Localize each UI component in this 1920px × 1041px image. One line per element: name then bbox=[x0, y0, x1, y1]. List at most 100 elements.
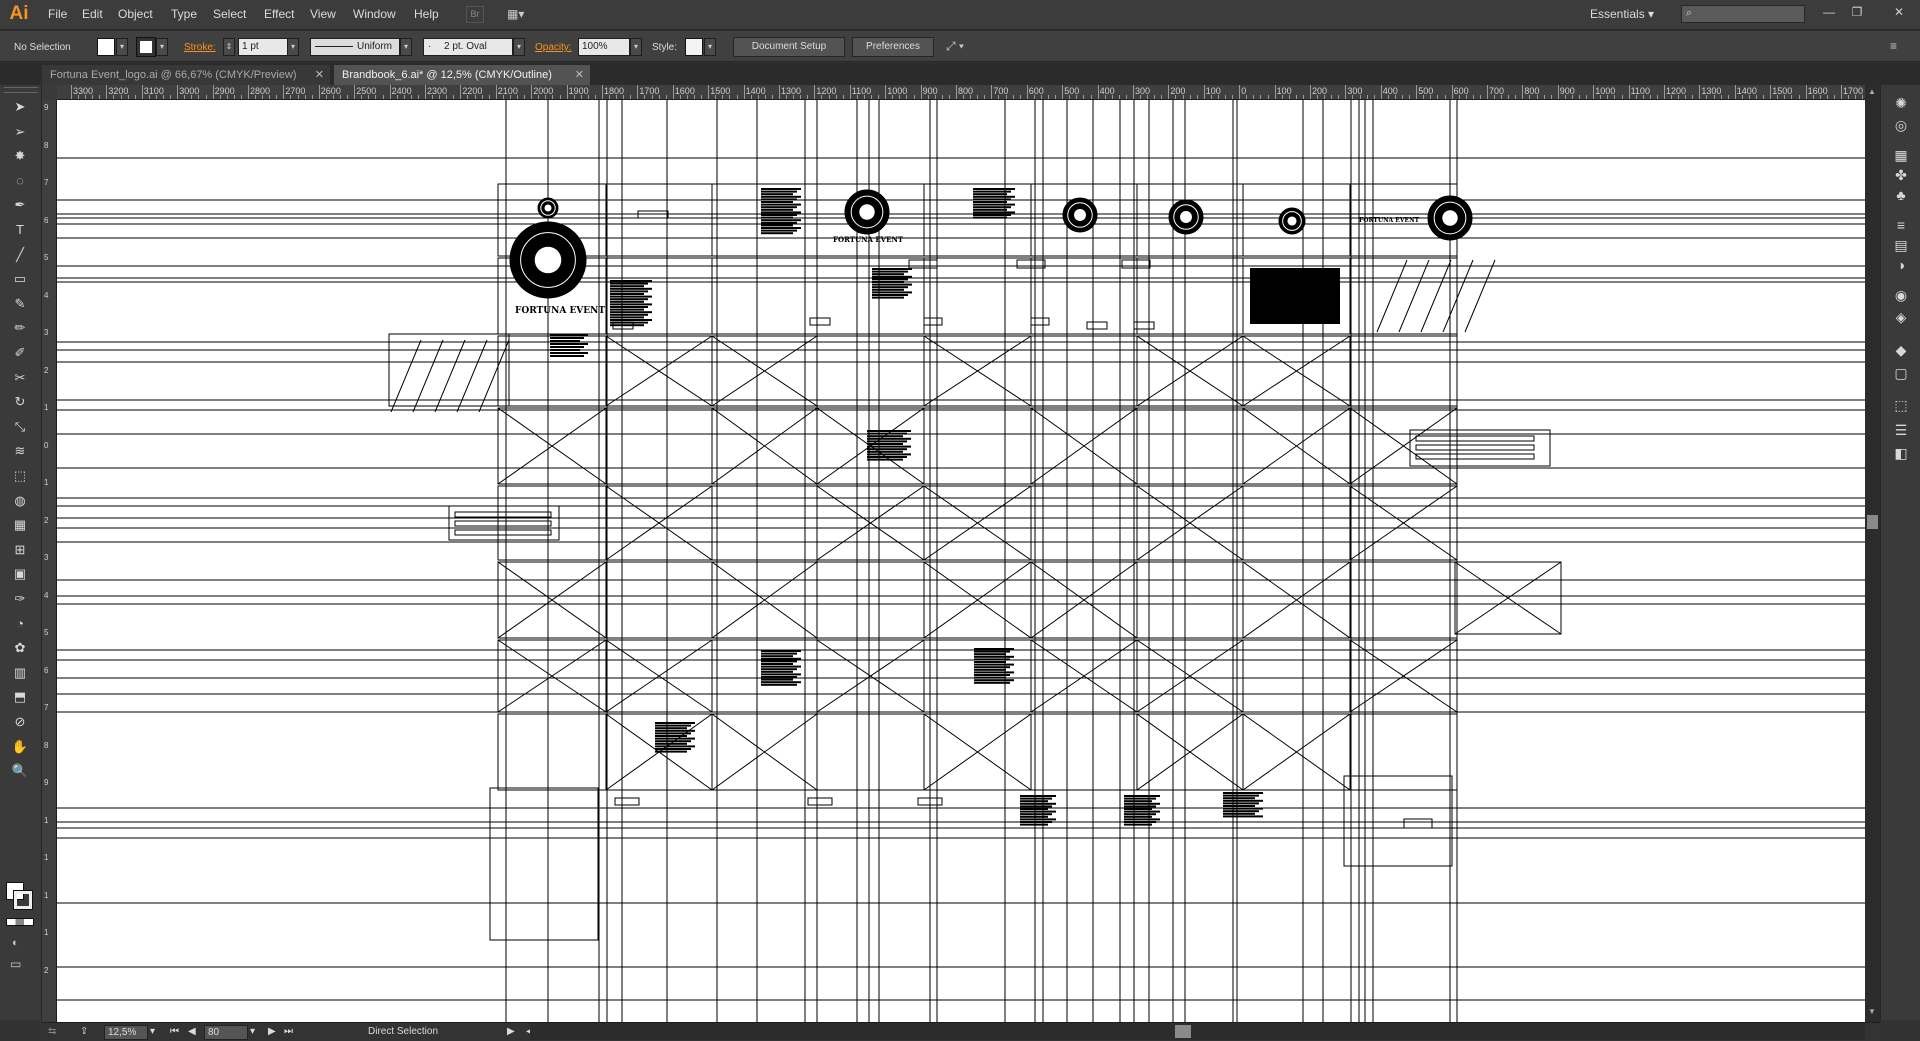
gradient-panel-icon[interactable]: ▤ bbox=[1890, 235, 1912, 255]
opacity-field[interactable]: 100% bbox=[578, 38, 630, 56]
rotate-icon[interactable]: ↻ bbox=[9, 392, 31, 412]
free-transform-icon[interactable]: ⬚ bbox=[9, 466, 31, 486]
menu-effect[interactable]: Effect bbox=[264, 7, 294, 21]
opacity-label[interactable]: Opacity: bbox=[535, 42, 572, 53]
shape-builder-icon[interactable]: ◍ bbox=[9, 491, 31, 511]
vertical-scroll-thumb[interactable] bbox=[1867, 515, 1878, 529]
menu-window[interactable]: Window bbox=[353, 7, 396, 21]
rectangle-icon[interactable]: ▭ bbox=[9, 269, 31, 289]
menu-object[interactable]: Object bbox=[118, 7, 153, 21]
fill-color-swatch[interactable] bbox=[97, 38, 115, 56]
layers-icon[interactable]: ◆ bbox=[1890, 340, 1912, 360]
scissors-icon[interactable]: ✂ bbox=[9, 368, 31, 388]
brush-dropdown[interactable]: ▾ bbox=[513, 38, 525, 56]
first-artboard-icon[interactable]: ⏮ bbox=[170, 1026, 179, 1037]
menu-select[interactable]: Select bbox=[213, 7, 246, 21]
swatches-icon[interactable]: ▦ bbox=[1890, 145, 1912, 165]
last-artboard-icon[interactable]: ⏭ bbox=[284, 1026, 293, 1037]
lasso-icon[interactable]: ◌ bbox=[9, 171, 31, 191]
scroll-up-icon[interactable]: ▲ bbox=[1868, 87, 1876, 96]
artboard-icon[interactable]: ⬒ bbox=[9, 687, 31, 707]
arrange-documents-icon[interactable]: ▦▾ bbox=[507, 6, 535, 23]
bridge-icon[interactable]: Br bbox=[466, 6, 484, 23]
menu-help[interactable]: Help bbox=[414, 7, 439, 21]
previous-artboard-icon[interactable]: ◀ bbox=[188, 1026, 196, 1037]
tab-fortuna-event-logo[interactable]: Fortuna Event_logo.ai @ 66,67% (CMYK/Pre… bbox=[42, 65, 330, 85]
vertical-scrollbar[interactable]: ▲ ▼ bbox=[1865, 85, 1880, 1022]
scroll-down-icon[interactable]: ▼ bbox=[1868, 1007, 1876, 1016]
stroke-profile-dropdown[interactable]: ▾ bbox=[400, 38, 412, 56]
mesh-icon[interactable]: ⊞ bbox=[9, 540, 31, 560]
restore-button[interactable]: ❐ bbox=[1848, 3, 1866, 21]
fill-dropdown[interactable]: ▾ bbox=[116, 38, 128, 56]
screen-mode-icon[interactable]: ▭ bbox=[10, 957, 30, 971]
color-mode-buttons[interactable] bbox=[6, 918, 34, 926]
graphic-styles-icon[interactable]: ◈ bbox=[1890, 307, 1912, 327]
scale-icon[interactable]: ⤡ bbox=[9, 417, 31, 437]
artboard-canvas[interactable]: FORTUNA EVENT FORTUNA EVENT FORTUNA EVENT bbox=[57, 100, 1865, 1022]
close-icon[interactable]: ✕ bbox=[315, 65, 324, 85]
pathfinder-icon[interactable]: ◧ bbox=[1890, 443, 1912, 463]
selection-icon[interactable]: ➤ bbox=[9, 97, 31, 117]
stroke-color-swatch[interactable] bbox=[136, 37, 156, 57]
graphic-style-swatch[interactable] bbox=[685, 38, 703, 56]
next-artboard-icon[interactable]: ▶ bbox=[268, 1026, 276, 1037]
stroke-icon[interactable]: ≡ bbox=[1890, 215, 1912, 235]
paintbrush-icon[interactable]: ✎ bbox=[9, 294, 31, 314]
status-menu-icon[interactable]: ▶ bbox=[507, 1026, 515, 1037]
type-icon[interactable]: T bbox=[9, 220, 31, 240]
transparency-icon[interactable]: ◑ bbox=[1890, 255, 1912, 275]
search-input[interactable]: ⌕ bbox=[1681, 5, 1805, 23]
align-icon[interactable]: ☰ bbox=[1890, 420, 1912, 440]
column-graph-icon[interactable]: ▥ bbox=[9, 663, 31, 683]
gradient-icon[interactable]: ▣ bbox=[9, 564, 31, 584]
share-icon[interactable]: ⇆ bbox=[48, 1026, 56, 1037]
pen-icon[interactable]: ✒ bbox=[9, 195, 31, 215]
symbols-icon[interactable]: ♣ bbox=[1890, 185, 1912, 205]
stroke-weight-field[interactable]: 1 pt bbox=[238, 38, 288, 56]
document-setup-button[interactable]: Document Setup bbox=[733, 37, 845, 57]
minimize-button[interactable]: — bbox=[1820, 3, 1838, 21]
artboards-panel-icon[interactable]: ▢ bbox=[1890, 363, 1912, 383]
hand-icon[interactable]: ✋ bbox=[9, 737, 31, 757]
artboard-number-field[interactable]: 80 bbox=[204, 1025, 248, 1040]
eyedropper-icon[interactable]: ✑ bbox=[9, 589, 31, 609]
draw-mode-icon[interactable]: ◐ bbox=[12, 937, 28, 949]
color-icon[interactable]: ◎ bbox=[1890, 115, 1912, 135]
brushes-icon[interactable]: ✤ bbox=[1890, 165, 1912, 185]
horizontal-scrollbar[interactable] bbox=[530, 1023, 1865, 1040]
preferences-button[interactable]: Preferences bbox=[852, 37, 934, 57]
stroke-label[interactable]: Stroke: bbox=[184, 42, 216, 53]
horizontal-ruler[interactable]: 3300 3200 3100 3000 2900 2800 2700 2600 2500 2400… bbox=[57, 85, 1865, 100]
stroke-weight-dropdown[interactable]: ▾ bbox=[287, 38, 299, 56]
stroke-weight-stepper[interactable]: ⇕ bbox=[223, 38, 235, 56]
line-icon[interactable]: ╱ bbox=[9, 245, 31, 265]
close-button[interactable]: ✕ bbox=[1890, 3, 1908, 21]
artwork-outline-view[interactable]: FORTUNA EVENT FORTUNA EVENT FORTUNA EVENT bbox=[57, 100, 1865, 1022]
color-guide-icon[interactable]: ✺ bbox=[1890, 93, 1912, 113]
stroke-swatch[interactable] bbox=[13, 890, 33, 910]
perspective-grid-icon[interactable]: ▦ bbox=[9, 515, 31, 535]
menu-type[interactable]: Type bbox=[171, 7, 197, 21]
tab-brandbook-6[interactable]: Brandbook_6.ai* @ 12,5% (CMYK/Outline) ✕ bbox=[334, 65, 590, 85]
magic-wand-icon[interactable]: ✸ bbox=[9, 146, 31, 166]
blob-brush-icon[interactable]: ✐ bbox=[9, 343, 31, 363]
blend-icon[interactable]: ◔ bbox=[9, 614, 31, 634]
zoom-dropdown-icon[interactable]: ▾ bbox=[150, 1026, 155, 1037]
direct-selection-icon[interactable]: ➢ bbox=[9, 122, 31, 142]
menu-file[interactable]: File bbox=[48, 7, 67, 21]
pencil-icon[interactable]: ✏ bbox=[9, 318, 31, 338]
stroke-color-dropdown[interactable]: ▾ bbox=[156, 38, 168, 56]
brush-definition[interactable]: · 2 pt. Oval bbox=[423, 38, 513, 56]
menu-view[interactable]: View bbox=[310, 7, 336, 21]
panel-grip[interactable] bbox=[4, 87, 38, 93]
transform-icon[interactable]: ⬚ bbox=[1890, 395, 1912, 415]
export-icon[interactable]: ⇪ bbox=[80, 1026, 88, 1037]
opacity-dropdown[interactable]: ▾ bbox=[630, 38, 642, 56]
workspace-switcher[interactable]: Essentials ▾ bbox=[1590, 7, 1654, 21]
appearance-icon[interactable]: ◉ bbox=[1890, 285, 1912, 305]
vertical-ruler[interactable]: 9 8 7 6 5 4 3 2 1 0 1 2 3 4 5 6 7 8 9 1 1 1 1 2 bbox=[42, 100, 57, 1022]
ruler-origin[interactable] bbox=[42, 85, 57, 100]
graphic-style-dropdown[interactable]: ▾ bbox=[704, 38, 716, 56]
panel-menu-icon[interactable]: ≡ bbox=[1890, 39, 1910, 55]
